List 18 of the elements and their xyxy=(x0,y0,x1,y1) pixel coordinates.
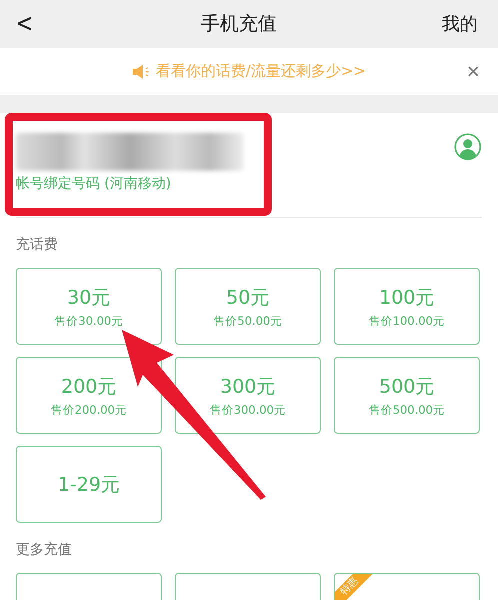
mine-link[interactable]: 我的 xyxy=(442,12,478,36)
recharge-option[interactable]: 100元 售价100.00元 xyxy=(334,268,480,345)
recharge-option[interactable]: 200元 售价200.00元 xyxy=(16,357,162,434)
speaker-icon xyxy=(132,64,152,78)
balance-notice-link[interactable]: 看看你的话费/流量还剩多少>> xyxy=(132,62,366,81)
recharge-option[interactable]: 1-29元 xyxy=(16,446,162,523)
section-title: 充话费 xyxy=(16,236,59,254)
page-title: 手机充值 xyxy=(200,12,277,37)
recharge-option[interactable]: 50元 售价50.00元 xyxy=(175,268,321,345)
account-caption: 帐号绑定号码 (河南移动) xyxy=(16,175,172,193)
back-button[interactable]: < xyxy=(16,9,34,39)
recharge-option[interactable]: 500元 售价500.00元 xyxy=(334,357,480,434)
user-avatar-icon[interactable] xyxy=(454,133,482,161)
recharge-option[interactable]: 300元 售价300.00元 xyxy=(175,357,321,434)
recharge-option[interactable]: 特惠 xyxy=(334,573,480,600)
recharge-option[interactable]: 30元 售价30.00元 xyxy=(16,268,162,345)
section-title: 更多充值 xyxy=(16,541,73,559)
close-button[interactable]: × xyxy=(461,58,486,86)
